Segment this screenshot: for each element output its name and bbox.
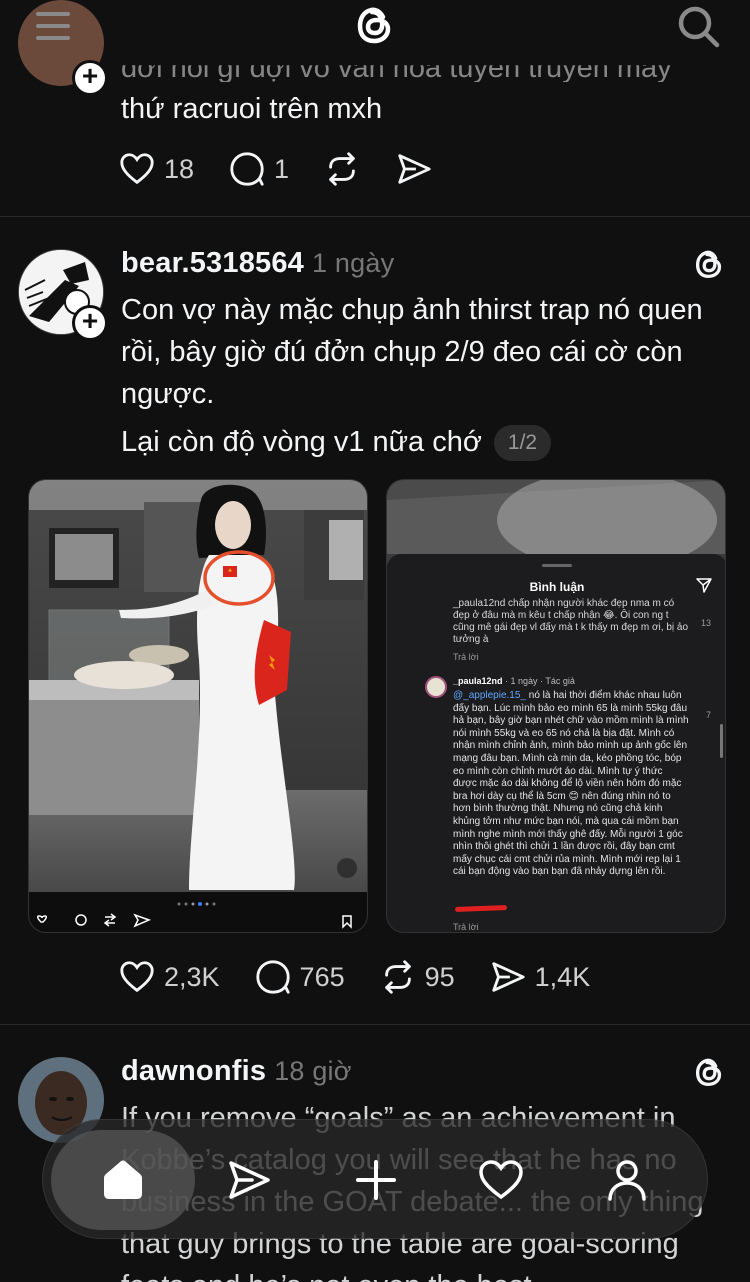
follow-plus-icon[interactable]: + — [72, 60, 108, 96]
reply-count: 1 — [274, 153, 290, 184]
top-bar — [0, 0, 750, 56]
nav-activity[interactable] — [441, 1120, 561, 1240]
post-username[interactable]: bear.5318564 1 ngày — [121, 247, 394, 280]
like-button[interactable]: 18 — [118, 150, 194, 188]
page-indicator: 1/2 — [493, 425, 552, 462]
threads-app: + đời nói gì đợi vô văn hóa tuyên truyền… — [0, 0, 750, 1282]
threads-badge-icon — [695, 250, 722, 279]
threads-badge-icon — [695, 1058, 722, 1087]
username-text[interactable]: bear.5318564 — [121, 247, 304, 279]
post-main[interactable]: + bear.5318564 1 ngày Con vợ này mặc chụp… — [0, 216, 750, 1024]
username-text[interactable]: dawnonfis — [121, 1055, 266, 1087]
repost-icon — [384, 960, 411, 994]
plus-icon — [356, 1160, 396, 1200]
photo-museum-girl — [29, 480, 367, 932]
post-actions: 2,3K 765 95 1,4K — [118, 957, 624, 997]
like-count-2: 7 — [705, 710, 711, 720]
bottom-navigation — [42, 1119, 708, 1239]
send-icon — [491, 962, 525, 992]
post-time: 1 ngày — [312, 248, 395, 278]
reply-label-2: Trả lời — [453, 922, 479, 932]
share-count: 1,4K — [534, 961, 591, 992]
search-icon[interactable] — [676, 4, 720, 48]
nav-send[interactable] — [189, 1120, 309, 1240]
threads-logo-icon[interactable] — [350, 0, 400, 50]
like-count: 2,3K — [164, 961, 220, 992]
repost-button[interactable] — [323, 150, 361, 188]
comment-mention: @_applepie.15_ — [453, 690, 526, 701]
share-button[interactable]: 1,4K — [489, 958, 591, 996]
profile-icon — [608, 1160, 646, 1201]
post-previous[interactable]: + đời nói gì đợi vô văn hóa tuyên truyền… — [0, 0, 750, 216]
comment-text: nó là hai thời điểm khác nhau luôn đấy b… — [453, 690, 689, 878]
comment-user: _paula12nd · 1 ngày · Tác giả — [453, 676, 575, 686]
comment-snippet-top: _paula12nd chấp nhận người khác đẹp nma … — [453, 598, 689, 645]
like-button[interactable]: 2,3K — [118, 958, 220, 996]
reply-label: Trả lời — [453, 652, 479, 662]
like-count: 18 — [164, 153, 195, 184]
repost-icon — [329, 152, 355, 186]
heart-icon — [120, 961, 154, 993]
share-button[interactable] — [395, 150, 433, 188]
post-text: thứ racruoi trên mxh — [121, 93, 383, 125]
nav-create[interactable] — [316, 1120, 436, 1240]
home-icon — [104, 1160, 142, 1199]
heart-icon — [120, 153, 154, 185]
post-text: Con vợ này mặc chụp ảnh thirst trap nó q… — [121, 294, 703, 410]
sheet-title: Bình luận — [529, 580, 585, 594]
hamburger-menu-icon[interactable] — [36, 12, 70, 40]
send-icon — [229, 1161, 270, 1199]
scrollbar — [720, 724, 723, 758]
repost-button[interactable]: 95 — [379, 958, 455, 996]
comment-meta: · 1 ngày · Tác giả — [502, 676, 575, 686]
post-username[interactable]: dawnonfis 18 giờ — [121, 1055, 352, 1088]
comment-avatar — [425, 676, 447, 698]
comment-icon — [230, 152, 264, 186]
comment-username: _paula12nd — [453, 676, 503, 686]
post-time: 18 giờ — [274, 1056, 352, 1086]
post-text-2: Lại còn độ vòng v1 nữa chớ 1/2 — [121, 421, 711, 463]
comment-icon — [255, 960, 290, 994]
post-image-1[interactable] — [28, 479, 368, 933]
nav-profile[interactable] — [567, 1120, 687, 1240]
sheet-handle — [542, 564, 572, 567]
reply-button[interactable]: 1 — [228, 150, 289, 188]
repost-count: 95 — [424, 961, 455, 992]
comment-body: @_applepie.15_ nó là hai thời điểm khác … — [453, 690, 689, 879]
like-count-1: 13 — [700, 618, 711, 628]
post-actions: 18 1 — [118, 149, 467, 189]
photo-background-top — [387, 480, 725, 554]
comment-sheet: Bình luận _paula12nd chấp nhận người khá… — [387, 554, 725, 932]
send-icon — [696, 578, 712, 593]
reply-count: 765 — [299, 961, 345, 992]
red-underline-annotation — [454, 905, 508, 912]
send-icon — [398, 154, 431, 184]
reply-button[interactable]: 765 — [254, 958, 345, 996]
post-text-2-content: Lại còn độ vòng v1 nữa chớ — [121, 426, 482, 458]
nav-home[interactable] — [53, 1120, 193, 1240]
follow-plus-icon[interactable]: + — [72, 305, 108, 341]
heart-icon — [479, 1160, 523, 1200]
post-text-partial: đời nói gì đợi vô văn hóa tuyên truyền m… — [121, 54, 672, 82]
post-image-2[interactable]: Bình luận _paula12nd chấp nhận người khá… — [386, 479, 726, 933]
